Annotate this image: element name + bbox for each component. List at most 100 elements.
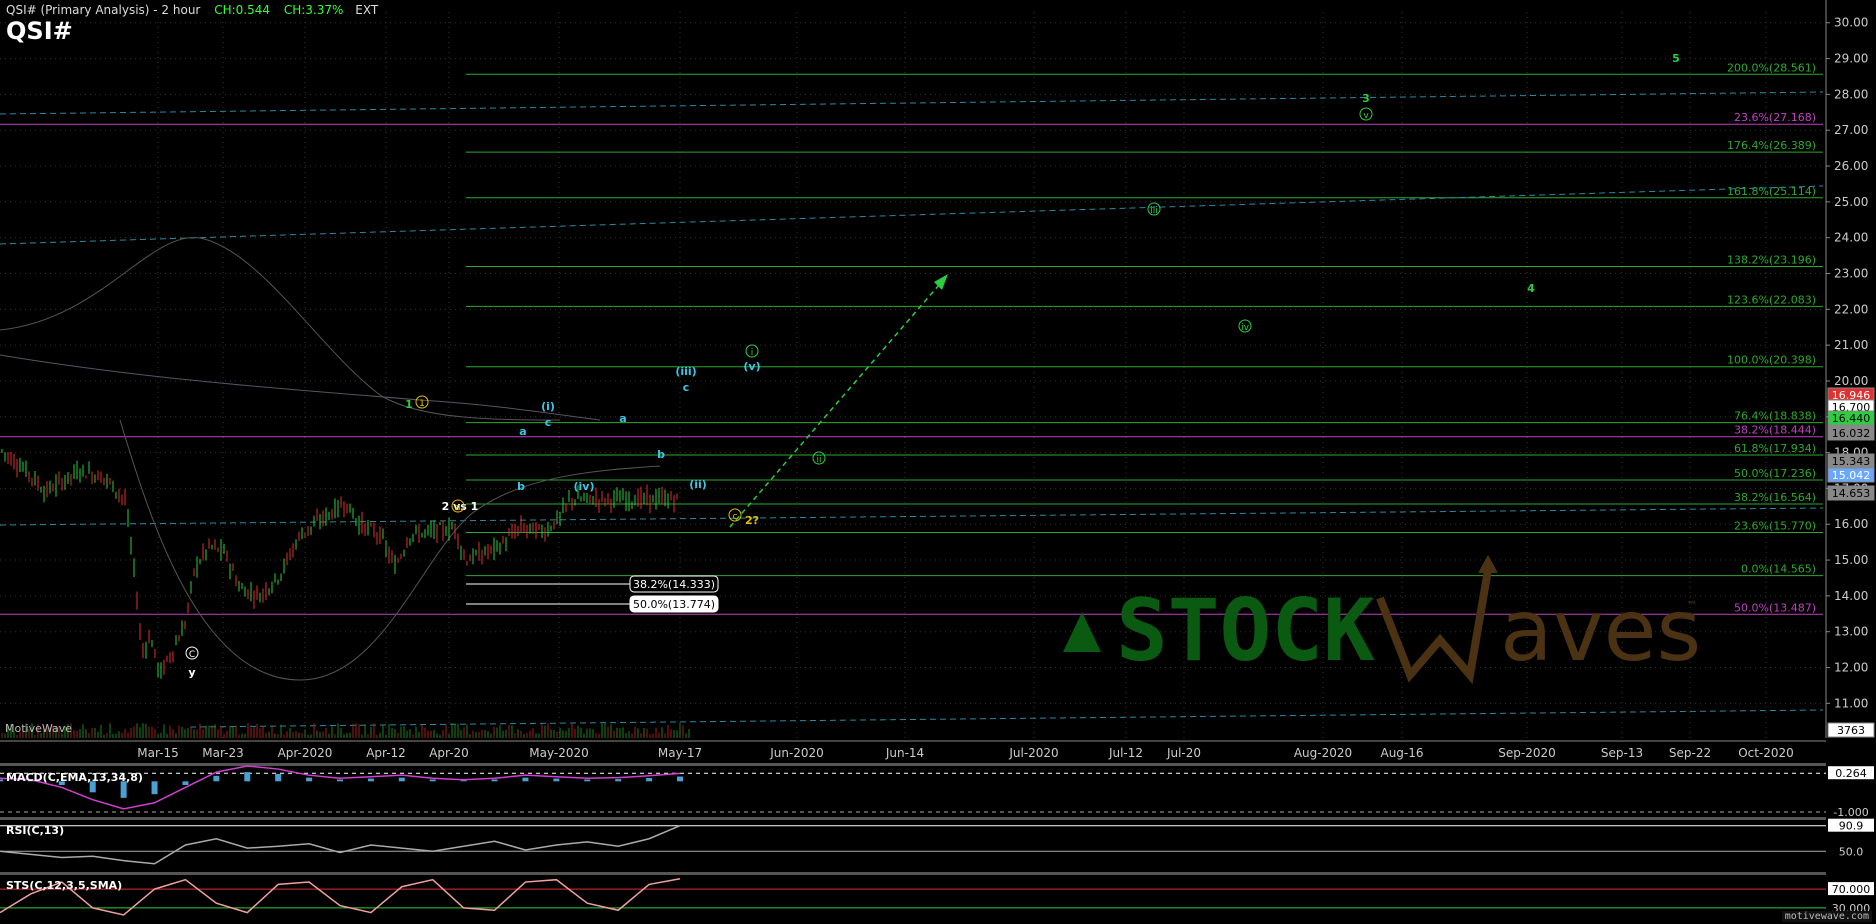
chart-header: QSI# (Primary Analysis) - 2 hour CH:0.54… xyxy=(6,3,378,17)
footer-link[interactable]: motivewave.com xyxy=(1781,911,1872,922)
wave-label: y xyxy=(188,666,195,679)
wave-label: (i) xyxy=(541,400,555,413)
wave-label: (iii) xyxy=(675,365,696,378)
y-tick-label: 15.00 xyxy=(1834,553,1868,567)
fib-label: 50.0%(13.487) xyxy=(1734,601,1816,614)
wave-label: (ii) xyxy=(689,478,707,491)
y-tick-label: 25.00 xyxy=(1834,195,1868,209)
fib-label: 50.0%(17.236) xyxy=(1734,467,1816,480)
y-tick-label: 13.00 xyxy=(1834,625,1868,639)
x-tick-label: Mar-23 xyxy=(202,746,243,760)
logo-waves: aves xyxy=(1500,581,1701,681)
y-tick-label: 26.00 xyxy=(1834,159,1868,173)
x-tick-label: May-2020 xyxy=(529,746,588,760)
band-lower xyxy=(119,419,661,681)
wave-label: a xyxy=(619,412,626,425)
channel-line-upper xyxy=(0,91,1824,115)
x-tick-label: Aug-2020 xyxy=(1294,746,1352,760)
x-tick-label: Jul-2020 xyxy=(1008,746,1058,760)
y-tick-label: 11.00 xyxy=(1834,696,1868,710)
price-tag-label: 15.042 xyxy=(1832,469,1871,482)
y-tick-label: 27.00 xyxy=(1834,123,1868,137)
chart-title: QSI# (Primary Analysis) - 2 hour xyxy=(6,3,201,17)
wave-label: 2? xyxy=(745,514,759,527)
price-tag-label: 15.343 xyxy=(1832,455,1871,468)
wave-label: iii xyxy=(1150,206,1158,216)
wave-label: c xyxy=(683,381,690,394)
retracement-label: 50.0%(13.774) xyxy=(633,598,715,611)
fib-label: 23.6%(15.770) xyxy=(1734,519,1816,532)
change-abs: CH:0.544 xyxy=(214,3,270,17)
channel-line-bottom xyxy=(189,709,1824,728)
price-tag-label: 3763 xyxy=(1837,724,1865,737)
x-tick-label: Apr-2020 xyxy=(278,746,333,760)
x-tick-label: Jul-12 xyxy=(1108,746,1143,760)
wave-label: a xyxy=(519,425,526,438)
indicator-line xyxy=(0,824,681,865)
logo-w xyxy=(1376,569,1492,685)
wave-label: 1 xyxy=(419,399,425,409)
fib-label: 123.6%(22.083) xyxy=(1727,293,1816,306)
wave-label: (iv) xyxy=(574,480,595,493)
wave-label: b xyxy=(657,448,665,461)
channel-line-mid xyxy=(0,185,1824,245)
y-tick-label: 20.00 xyxy=(1834,374,1868,388)
y-tick-label: 16.00 xyxy=(1834,517,1868,531)
projection-arrow xyxy=(729,277,946,528)
wave-label: b xyxy=(517,480,525,493)
logo-w-arrow xyxy=(1478,555,1498,573)
y-tick-label: 24.00 xyxy=(1834,231,1868,245)
wave-label: c xyxy=(545,416,552,429)
pane-divider xyxy=(0,817,1826,820)
y-tick-label: 30.00 xyxy=(1834,16,1868,30)
wave-label: 5 xyxy=(1672,52,1680,65)
indicator-value-label: 70.000 xyxy=(1832,883,1871,896)
change-pct: CH:3.37% xyxy=(283,3,344,17)
wave-label: iv xyxy=(1241,323,1250,333)
macd-label: MACD(C,EMA,13,34,8) xyxy=(6,771,143,784)
indicator-value-label: 50.0 xyxy=(1839,845,1864,858)
fib-label: 100.0%(20.398) xyxy=(1727,354,1816,367)
fib-label: 38.2%(16.564) xyxy=(1734,491,1816,504)
fib-label: 0.0%(14.565) xyxy=(1741,563,1816,576)
x-tick-label: Apr-12 xyxy=(366,746,406,760)
sts-label: STS(C,12,3,5,SMA) xyxy=(6,879,123,892)
fib-label: 138.2%(23.196) xyxy=(1727,253,1816,266)
wave-label: (v) xyxy=(743,360,760,373)
price-tag-label: 14.653 xyxy=(1832,487,1871,500)
rsi-label: RSI(C,13) xyxy=(6,824,65,837)
x-tick-label: Aug-16 xyxy=(1380,746,1423,760)
y-tick-label: 28.00 xyxy=(1834,87,1868,101)
chart-canvas[interactable]: 30.00 29.00 28.00 27.00 26.00 25.00 24.00 23.00… xyxy=(0,0,1876,924)
y-tick-label: 29.00 xyxy=(1834,52,1868,66)
fib-label: 200.0%(28.561) xyxy=(1727,61,1816,74)
wave-label: v xyxy=(1363,111,1369,121)
fib-label: 61.8%(17.934) xyxy=(1734,442,1816,455)
fib-label: 23.6%(27.168) xyxy=(1734,111,1816,124)
fib-label: 76.4%(18.838) xyxy=(1734,410,1816,423)
wave-label: 4 xyxy=(1527,282,1535,295)
x-tick-label: Sep-13 xyxy=(1601,746,1643,760)
x-tick-label: Jun-2020 xyxy=(769,746,824,760)
indicator-value-label: 0.264 xyxy=(1835,767,1867,780)
y-tick-label: 23.00 xyxy=(1834,266,1868,280)
x-tick-label: Sep-2020 xyxy=(1498,746,1556,760)
y-tick-label: 12.00 xyxy=(1834,661,1868,675)
y-tick-label: 22.00 xyxy=(1834,302,1868,316)
pane-divider xyxy=(0,763,1826,766)
fib-label: 38.2%(18.444) xyxy=(1734,424,1816,437)
x-tick-label: Oct-2020 xyxy=(1738,746,1794,760)
retracement-label: 38.2%(14.333) xyxy=(633,578,715,591)
indicator-value-label: 90.9 xyxy=(1839,820,1864,833)
wave-label: 1 xyxy=(405,398,413,411)
y-tick-label: 21.00 xyxy=(1834,338,1868,352)
session-badge: EXT xyxy=(355,3,379,17)
wave-label: C xyxy=(189,650,195,660)
logo-stock: STOCK xyxy=(1116,581,1375,681)
x-tick-label: Apr-20 xyxy=(429,746,469,760)
x-tick-label: Mar-15 xyxy=(137,746,178,760)
wave-label: c xyxy=(733,512,738,522)
moving-average xyxy=(0,354,601,421)
logo-tm: ™ xyxy=(1686,599,1698,613)
symbol-label: QSI# xyxy=(6,17,73,45)
